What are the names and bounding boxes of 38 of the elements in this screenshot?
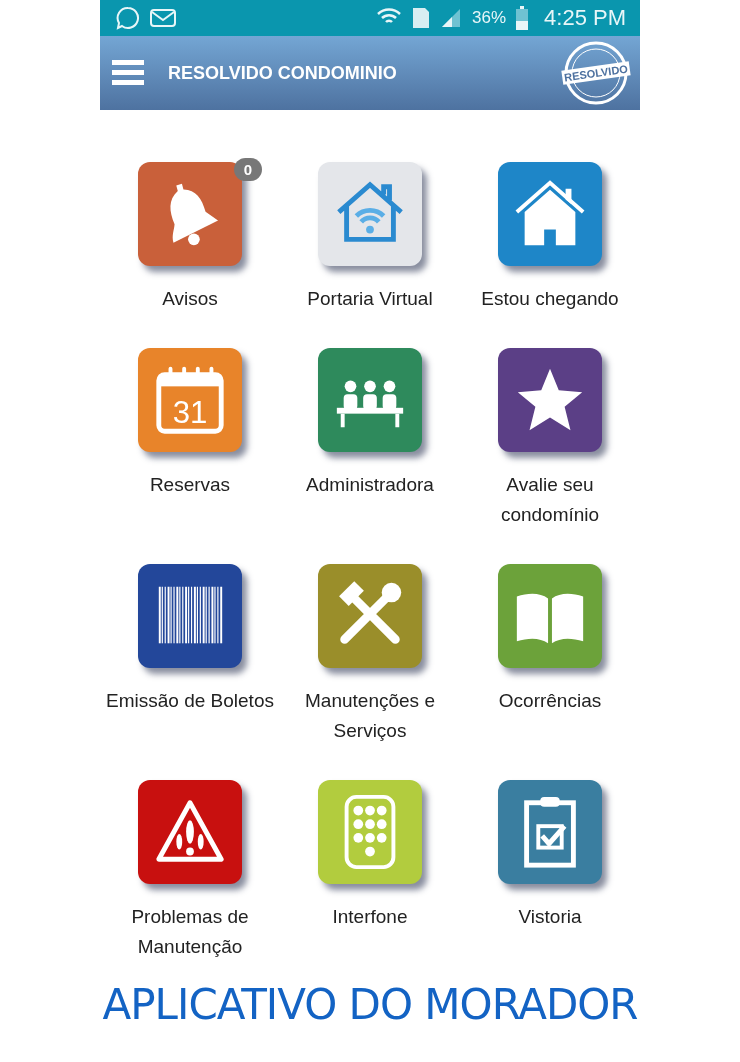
app-tile[interactable] bbox=[138, 780, 242, 884]
sim-card-icon bbox=[412, 7, 431, 29]
calendar-icon bbox=[156, 366, 224, 434]
app-tile[interactable]: 31 bbox=[138, 348, 242, 452]
app-tile[interactable] bbox=[318, 348, 422, 452]
app-tile[interactable] bbox=[498, 564, 602, 668]
tile-label: Administradora bbox=[305, 473, 435, 497]
app-tile[interactable] bbox=[138, 564, 242, 668]
tile-label: Avisos bbox=[161, 287, 219, 311]
app-tile[interactable] bbox=[318, 780, 422, 884]
caption: APLICATIVO DO MORADOR bbox=[101, 980, 639, 1029]
app-title: RESOLVIDO CONDOMINIO bbox=[168, 62, 398, 84]
app-tile[interactable] bbox=[498, 162, 602, 266]
calendar-day: 31 bbox=[172, 395, 208, 431]
tile-label: Emissão de Boletos bbox=[105, 689, 275, 713]
tile-label: Reservas bbox=[148, 473, 232, 497]
tile-label: Avalie seu condomínio bbox=[499, 473, 601, 527]
app-tile[interactable] bbox=[318, 564, 422, 668]
battery-percentage: 36% bbox=[472, 8, 507, 28]
menu-icon[interactable] bbox=[112, 60, 144, 86]
signal-icon bbox=[440, 8, 463, 28]
mail-icon bbox=[150, 9, 176, 27]
clock: 4:25 PM bbox=[544, 5, 626, 31]
tile-label: Problemas de Manutenção bbox=[130, 905, 250, 959]
tile-label: Estou chegando bbox=[480, 287, 620, 311]
tile-label: Manutenções e Serviços bbox=[304, 689, 436, 743]
notification-count: 0 bbox=[233, 158, 262, 181]
app-tile[interactable] bbox=[498, 348, 602, 452]
tile-label: Vistoria bbox=[517, 905, 583, 929]
battery-icon bbox=[516, 6, 529, 30]
tile-label: Portaria Virtual bbox=[306, 287, 434, 311]
app-tile[interactable] bbox=[318, 162, 422, 266]
stamp-logo: RESOLVIDO bbox=[560, 40, 632, 106]
tile-label: Ocorrências bbox=[497, 689, 603, 713]
app-tile[interactable] bbox=[138, 162, 242, 266]
tile-label: Interfone bbox=[331, 905, 409, 929]
chat-icon bbox=[116, 6, 140, 30]
app-tile[interactable] bbox=[498, 780, 602, 884]
